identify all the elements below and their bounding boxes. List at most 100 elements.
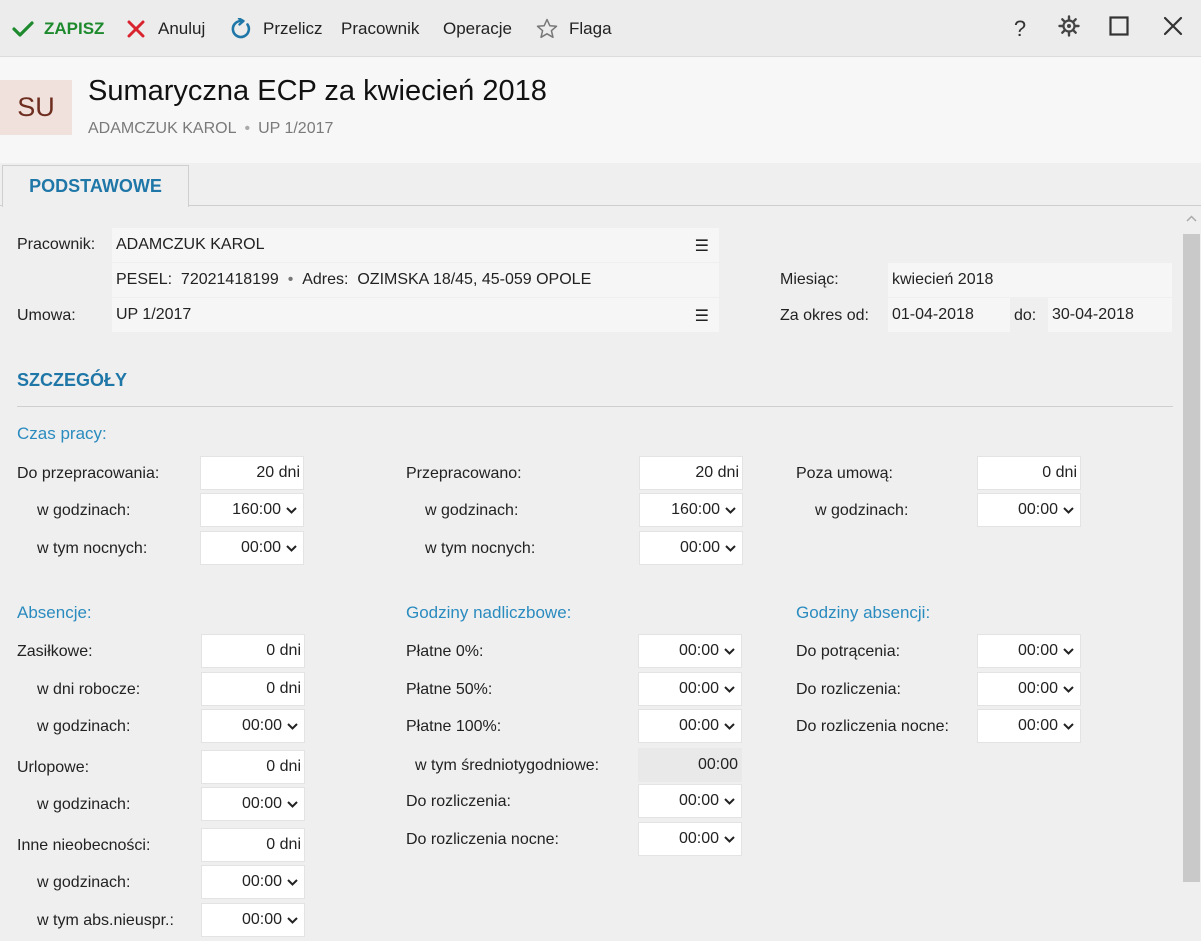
chevron-down-icon: [1063, 685, 1074, 693]
to-work-label: Do przepracowania:: [17, 465, 160, 482]
star-icon: [536, 18, 558, 40]
overtime-settle-night-select[interactable]: 00:00: [638, 822, 742, 856]
overtime-settle-select[interactable]: 00:00: [638, 784, 742, 818]
sick-label: Zasiłkowe:: [17, 643, 93, 660]
worked-night-select[interactable]: 00:00: [639, 531, 743, 565]
paid50-label: Płatne 50%:: [406, 681, 493, 698]
subtitle-employee: ADAMCZUK KAROL: [88, 120, 237, 137]
maximize-icon: [1109, 16, 1129, 41]
page-subtitle: ADAMCZUK KAROL • UP 1/2017: [88, 120, 333, 138]
worked-days-input[interactable]: 20 dni: [639, 456, 743, 490]
overtime-group-title: Godziny nadliczbowe:: [406, 603, 572, 622]
period-to-value: 30-04-2018: [1052, 306, 1134, 323]
flag-label: Flaga: [569, 18, 612, 38]
paid0-select[interactable]: 00:00: [638, 634, 742, 668]
address-value: OZIMSKA 18/45, 45-059 OPOLE: [357, 271, 592, 288]
deduct-select[interactable]: 00:00: [977, 634, 1081, 668]
work-time-group-title: Czas pracy:: [17, 424, 107, 443]
leave-hours-select[interactable]: 00:00: [201, 787, 305, 821]
menu-icon[interactable]: ☰: [695, 306, 709, 326]
month-field: kwiecień 2018: [888, 263, 1172, 297]
paid50-select[interactable]: 00:00: [638, 672, 742, 706]
employee-value: ADAMCZUK KAROL: [116, 236, 265, 253]
outside-contract-label: Poza umową:: [796, 465, 893, 482]
overtime-settle-night-label: Do rozliczenia nocne:: [406, 831, 559, 848]
operations-menu[interactable]: Operacje: [443, 0, 512, 57]
other-absences-hours-label: w godzinach:: [37, 874, 131, 891]
paid50-value: 00:00: [678, 680, 719, 697]
unexcused-select[interactable]: 00:00: [201, 903, 305, 937]
help-icon: ?: [1013, 15, 1027, 41]
cancel-label: Anuluj: [158, 18, 206, 38]
outside-contract-days-input[interactable]: 0 dni: [977, 456, 1081, 490]
chevron-down-icon: [725, 544, 736, 552]
flag-button[interactable]: Flaga: [536, 0, 612, 57]
chevron-down-icon: [1063, 506, 1074, 514]
other-absences-label: Inne nieobecności:: [17, 837, 151, 854]
employee-field[interactable]: ADAMCZUK KAROL ☰: [112, 228, 719, 262]
employee-menu[interactable]: Pracownik: [341, 0, 419, 57]
employee-details: PESEL: 72021418199 • Adres: OZIMSKA 18/4…: [112, 263, 719, 297]
avatar: SU: [0, 80, 72, 135]
separator-dot: •: [244, 120, 251, 137]
period-from-value: 01-04-2018: [892, 306, 974, 323]
worked-hours-select[interactable]: 160:00: [639, 493, 743, 527]
overtime-settle-night-value: 00:00: [678, 830, 719, 847]
paid0-label: Płatne 0%:: [406, 643, 484, 660]
period-to-field: 30-04-2018: [1048, 298, 1172, 332]
chevron-down-icon: [725, 506, 736, 514]
chevron-down-icon: [286, 506, 297, 514]
employee-menu-label: Pracownik: [341, 18, 420, 38]
period-from-label: Za okres od:: [780, 307, 869, 324]
tab-basic[interactable]: PODSTAWOWE: [2, 165, 189, 207]
address-label: Adres:: [302, 271, 349, 288]
to-work-night-select[interactable]: 00:00: [200, 531, 304, 565]
sick-hours-value: 00:00: [241, 717, 282, 734]
refresh-icon: [230, 17, 252, 40]
sick-hours-select[interactable]: 00:00: [201, 709, 305, 743]
form-content: Pracownik: ADAMCZUK KAROL ☰ PESEL: 72021…: [0, 207, 1182, 941]
save-button[interactable]: ZAPISZ: [12, 0, 104, 57]
absence-settle-select[interactable]: 00:00: [977, 672, 1081, 706]
weekly-avg-label: w tym średniotygodniowe:: [415, 757, 600, 774]
chevron-down-icon: [287, 916, 298, 924]
record-header: SU Sumaryczna ECP za kwiecień 2018 ADAMC…: [0, 57, 1201, 163]
leave-days-input[interactable]: 0 dni: [201, 750, 305, 784]
paid100-select[interactable]: 00:00: [638, 709, 742, 743]
chevron-down-icon: [724, 647, 735, 655]
scroll-up-button[interactable]: [1183, 209, 1200, 227]
overtime-settle-value: 00:00: [678, 792, 719, 809]
absence-settle-value: 00:00: [1017, 680, 1058, 697]
leave-hours-value: 00:00: [241, 795, 282, 812]
sick-days-input[interactable]: 0 dni: [201, 634, 305, 668]
settings-button[interactable]: [1049, 0, 1089, 57]
recalculate-button[interactable]: Przelicz: [230, 0, 323, 57]
help-button[interactable]: ?: [1000, 0, 1040, 57]
outside-contract-hours-select[interactable]: 00:00: [977, 493, 1081, 527]
contract-label: Umowa:: [17, 307, 76, 324]
page-title: Sumaryczna ECP za kwiecień 2018: [88, 75, 547, 107]
section-divider: [17, 406, 1173, 407]
pesel-label: PESEL:: [116, 271, 173, 288]
absence-settle-night-select[interactable]: 00:00: [977, 709, 1081, 743]
cancel-button[interactable]: Anuluj: [127, 0, 205, 57]
sick-workdays-input[interactable]: 0 dni: [201, 672, 305, 706]
contract-value: UP 1/2017: [116, 306, 192, 323]
close-window-button[interactable]: [1153, 0, 1193, 57]
chevron-down-icon: [724, 835, 735, 843]
menu-icon[interactable]: ☰: [695, 236, 709, 256]
weekly-avg-value: 00:00: [638, 748, 742, 782]
other-absences-hours-value: 00:00: [241, 873, 282, 890]
maximize-button[interactable]: [1099, 0, 1139, 57]
month-value: kwiecień 2018: [892, 271, 994, 288]
month-label: Miesiąc:: [780, 271, 839, 288]
scrollbar-thumb[interactable]: [1183, 234, 1200, 882]
other-absences-hours-select[interactable]: 00:00: [201, 865, 305, 899]
worked-night-value: 00:00: [679, 539, 720, 556]
chevron-down-icon: [1063, 722, 1074, 730]
to-work-days-input[interactable]: 20 dni: [200, 456, 304, 490]
contract-field[interactable]: UP 1/2017 ☰: [112, 298, 719, 332]
other-absences-days-input[interactable]: 0 dni: [201, 828, 305, 862]
subtitle-contract: UP 1/2017: [258, 120, 334, 137]
to-work-hours-select[interactable]: 160:00: [200, 493, 304, 527]
